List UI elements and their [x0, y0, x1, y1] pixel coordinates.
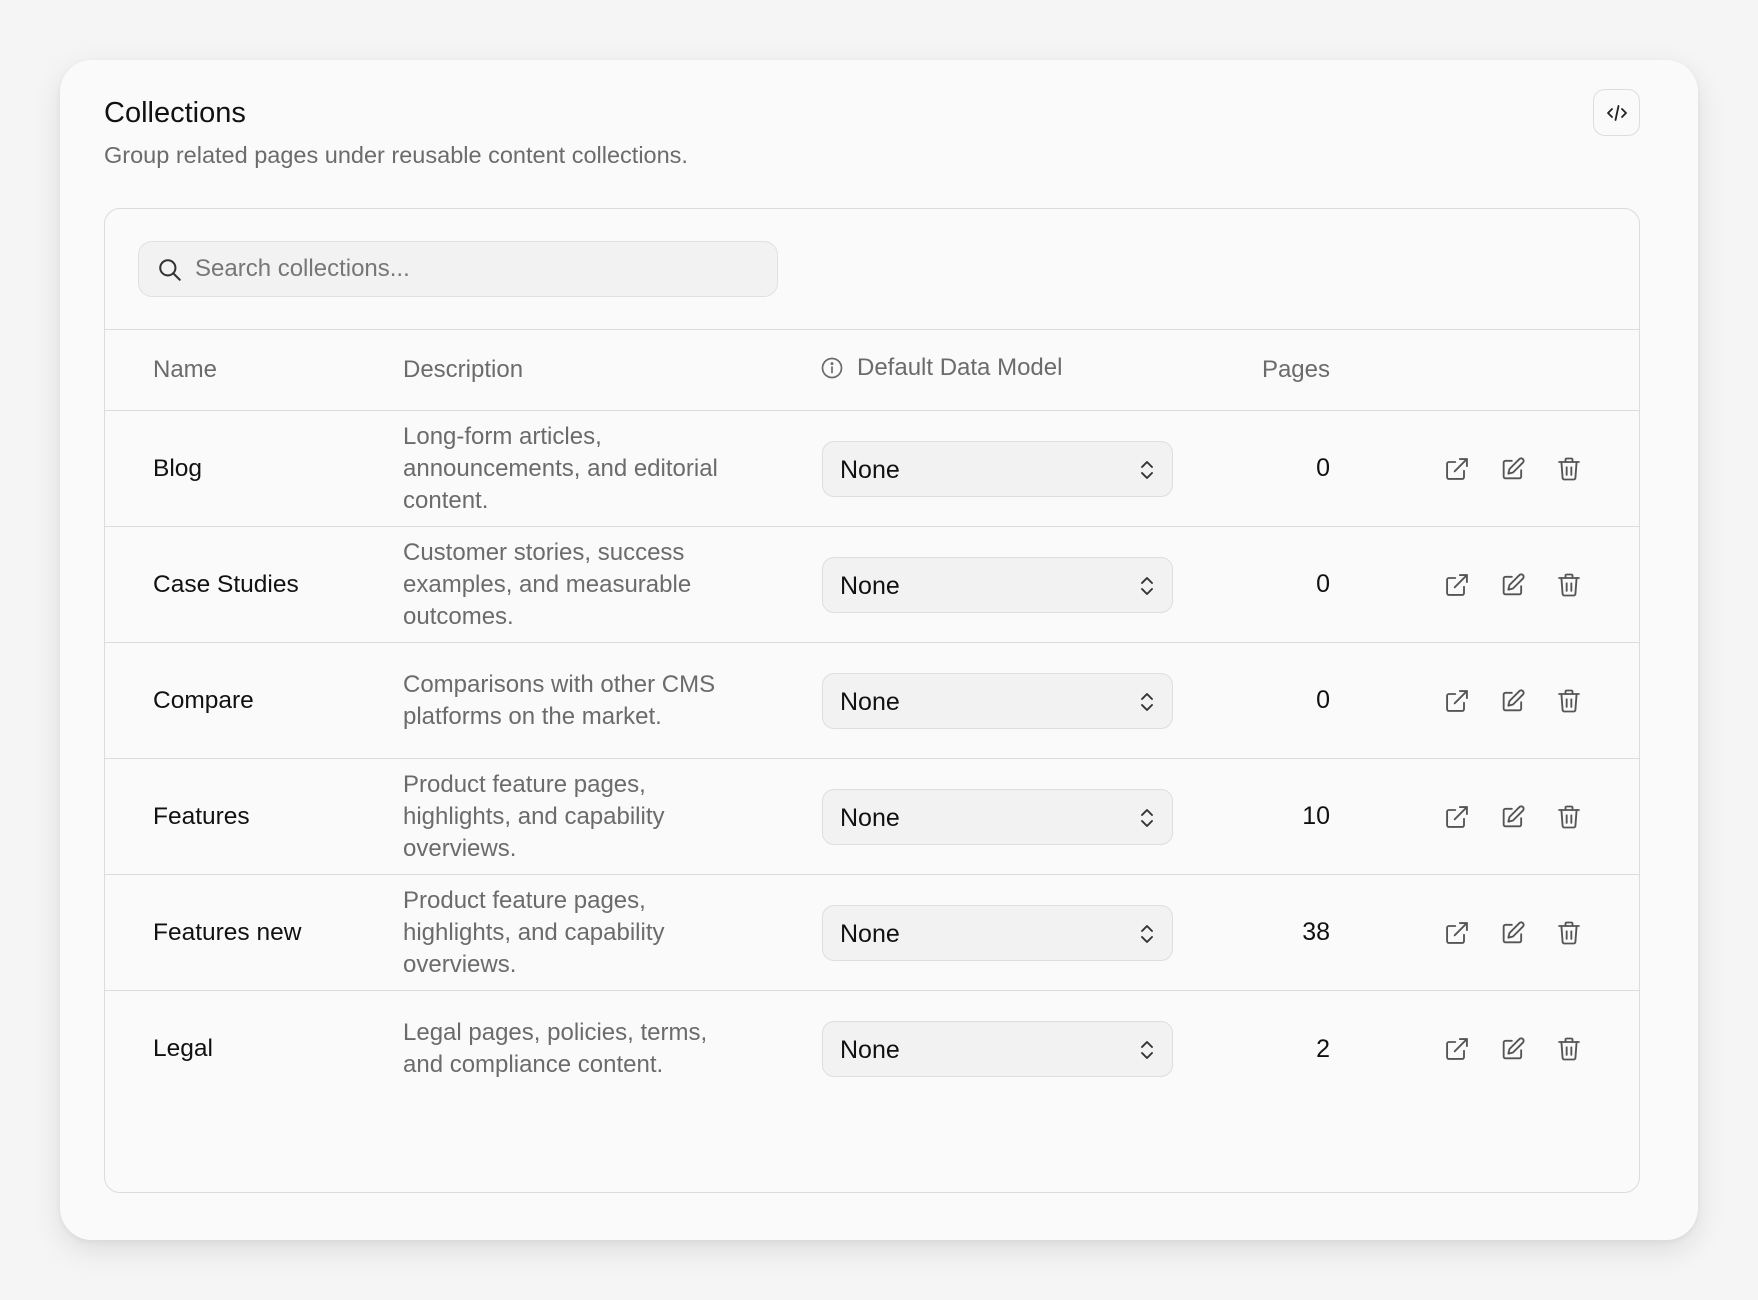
data-model-select[interactable]: None: [822, 905, 1173, 961]
external-link-icon[interactable]: [1443, 455, 1471, 483]
column-header-description: Description: [403, 356, 524, 383]
chevron-up-down-icon: [1136, 1037, 1158, 1063]
edit-icon[interactable]: [1499, 803, 1527, 831]
collection-page-count: 0: [1316, 570, 1330, 598]
edit-icon[interactable]: [1499, 687, 1527, 715]
info-icon[interactable]: [820, 356, 844, 380]
search-box: [138, 241, 778, 297]
table-row: Features new Product feature pages, high…: [105, 875, 1639, 991]
collection-page-count: 2: [1316, 1034, 1330, 1063]
collection-name[interactable]: Features: [153, 759, 250, 874]
data-model-select-value: None: [840, 920, 900, 948]
table-row: Blog Long-form articles, announcements, …: [105, 411, 1639, 527]
table-row: Compare Comparisons with other CMS platf…: [105, 643, 1639, 759]
data-model-select-value: None: [840, 1036, 900, 1064]
collection-name[interactable]: Features new: [153, 875, 301, 990]
trash-icon[interactable]: [1555, 687, 1583, 715]
data-model-select-value: None: [840, 804, 900, 832]
chevron-up-down-icon: [1136, 457, 1158, 483]
collection-page-count: 0: [1316, 686, 1330, 714]
edit-icon[interactable]: [1499, 455, 1527, 483]
table-row: Case Studies Customer stories, success e…: [105, 527, 1639, 643]
external-link-icon[interactable]: [1443, 919, 1471, 947]
data-model-select[interactable]: None: [822, 789, 1173, 845]
collection-description: Comparisons with other CMS platforms on …: [403, 670, 716, 730]
column-header-name: Name: [153, 356, 218, 383]
collection-description: Long-form articles, announcements, and e…: [403, 422, 718, 514]
table-row: Features Product feature pages, highligh…: [105, 759, 1639, 875]
external-link-icon[interactable]: [1443, 803, 1471, 831]
code-icon: [1605, 101, 1629, 125]
collection-description: Product feature pages, highlights, and c…: [403, 770, 665, 862]
data-model-select[interactable]: None: [822, 1021, 1173, 1077]
page-title: Collections: [104, 97, 246, 129]
data-model-select-value: None: [840, 688, 900, 716]
column-header-pages: Pages: [1261, 356, 1330, 383]
collection-name[interactable]: Case Studies: [153, 527, 299, 642]
chevron-up-down-icon: [1136, 805, 1158, 831]
collection-description: Legal pages, policies, terms, and compli…: [403, 1019, 708, 1078]
collection-page-count: 10: [1302, 802, 1330, 830]
trash-icon[interactable]: [1555, 1035, 1583, 1063]
external-link-icon[interactable]: [1443, 571, 1471, 599]
search-input[interactable]: [195, 242, 765, 295]
chevron-up-down-icon: [1136, 921, 1158, 947]
table-header: Name Description Default Data Model Page…: [105, 329, 1639, 411]
trash-icon[interactable]: [1555, 803, 1583, 831]
trash-icon[interactable]: [1555, 571, 1583, 599]
collection-description: Product feature pages, highlights, and c…: [403, 886, 665, 978]
column-header-model-label: Default Data Model: [857, 354, 1063, 381]
data-model-select[interactable]: None: [822, 557, 1173, 613]
collections-card: Collections Group related pages under re…: [60, 60, 1698, 1240]
data-model-select[interactable]: None: [822, 441, 1173, 497]
edit-icon[interactable]: [1499, 571, 1527, 599]
collection-description: Customer stories, success examples, and …: [403, 538, 692, 630]
chevron-up-down-icon: [1136, 689, 1158, 715]
trash-icon[interactable]: [1555, 919, 1583, 947]
trash-icon[interactable]: [1555, 455, 1583, 483]
edit-icon[interactable]: [1499, 1035, 1527, 1063]
collection-page-count: 38: [1302, 918, 1330, 946]
collection-name[interactable]: Blog: [153, 411, 202, 526]
code-view-button[interactable]: [1593, 89, 1640, 136]
collection-name[interactable]: Compare: [153, 643, 254, 758]
page-subtitle: Group related pages under reusable conte…: [104, 142, 688, 168]
data-model-select-value: None: [840, 456, 900, 484]
collections-table-panel: Name Description Default Data Model Page…: [104, 208, 1640, 1193]
data-model-select[interactable]: None: [822, 673, 1173, 729]
collection-name[interactable]: Legal: [153, 991, 213, 1107]
table-row: Legal Legal pages, policies, terms, and …: [105, 991, 1639, 1107]
edit-icon[interactable]: [1499, 919, 1527, 947]
collection-page-count: 0: [1316, 454, 1330, 482]
column-header-model: Default Data Model: [820, 354, 1062, 382]
search-icon: [157, 257, 183, 283]
external-link-icon[interactable]: [1443, 687, 1471, 715]
external-link-icon[interactable]: [1443, 1035, 1471, 1063]
chevron-up-down-icon: [1136, 573, 1158, 599]
data-model-select-value: None: [840, 572, 900, 600]
